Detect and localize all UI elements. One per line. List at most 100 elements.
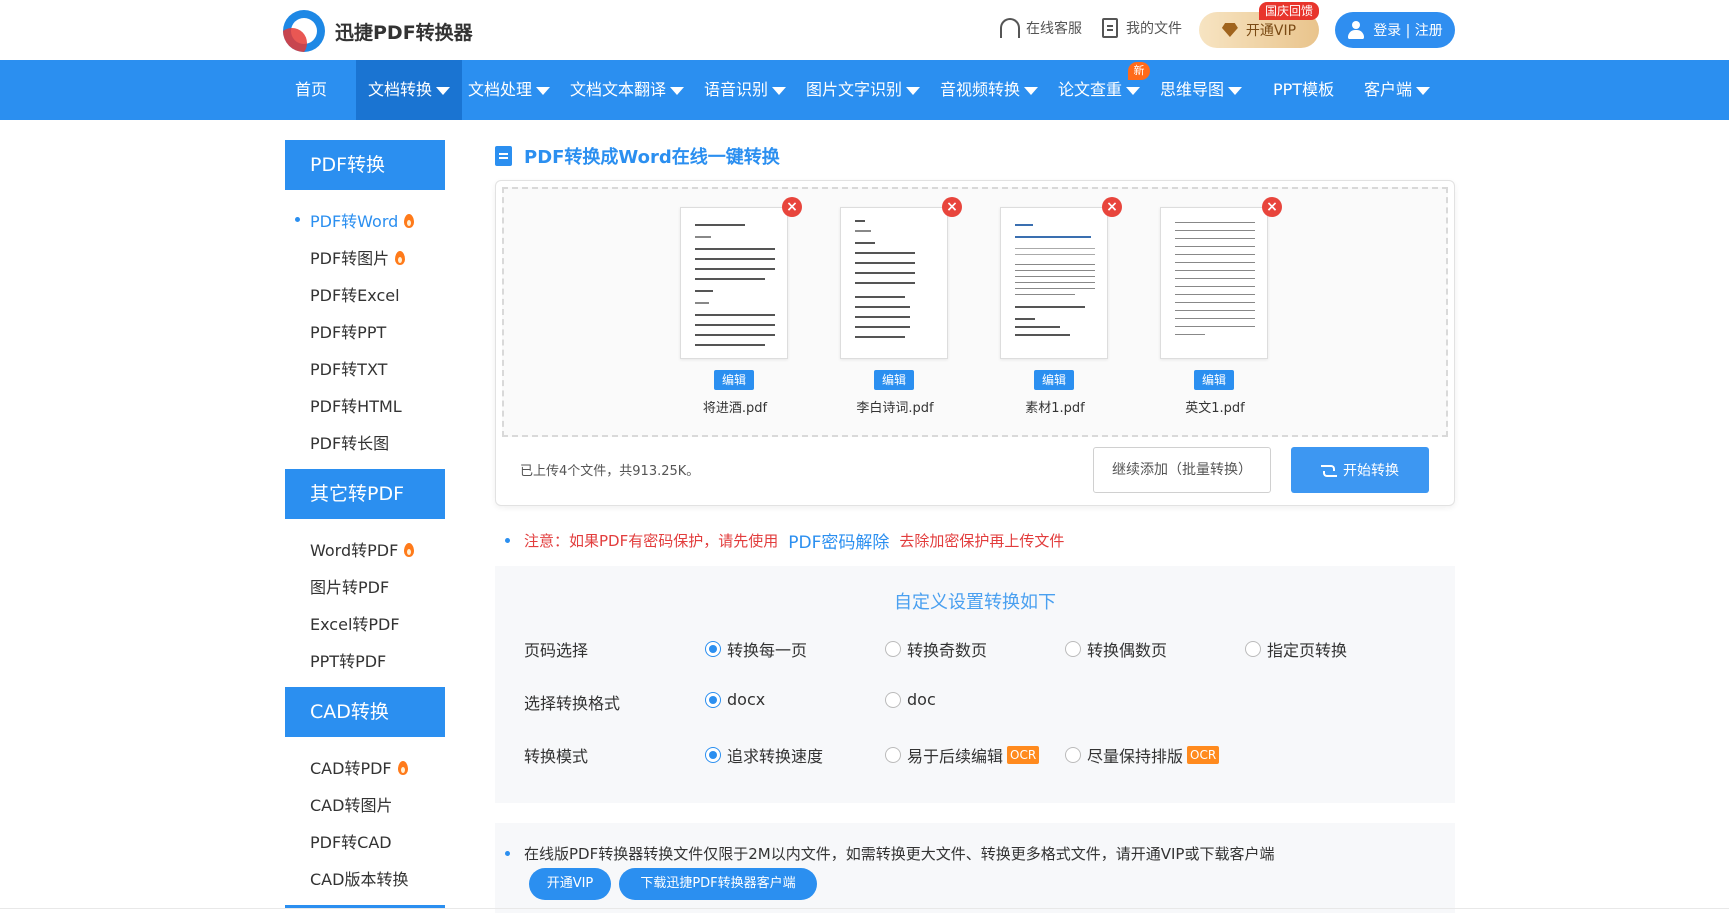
remove-file-close-icon[interactable]: × <box>782 197 802 217</box>
page-option-every[interactable]: 转换每一页 <box>705 637 807 661</box>
fire-icon <box>404 543 415 557</box>
nav-av-convert[interactable]: 音视频转换 <box>940 60 1039 120</box>
start-conversion-button[interactable]: 开始转换 <box>1291 447 1429 493</box>
page-option-odd[interactable]: 转换奇数页 <box>885 637 987 661</box>
login-register-button[interactable]: 登录 | 注册 <box>1335 12 1455 48</box>
edit-file-button[interactable]: 编辑 <box>874 370 914 390</box>
sidebar-item-image-to-pdf[interactable]: 图片转PDF <box>310 574 389 598</box>
caret-down-icon <box>670 86 685 95</box>
radio-checked[interactable] <box>705 747 721 763</box>
nav-mind-map[interactable]: 思维导图 <box>1160 60 1243 120</box>
download-client-button[interactable]: 下载迅捷PDF转换器客户端 <box>619 868 817 900</box>
caret-down-icon <box>772 86 787 95</box>
file-thumbnail <box>840 207 948 359</box>
radio-checked[interactable] <box>705 641 721 657</box>
page-selection-label: 页码选择 <box>524 641 589 660</box>
nav-label: PPT模板 <box>1273 80 1335 99</box>
nav-doc-translate[interactable]: 文档文本翻译 <box>570 60 685 120</box>
nav-image-ocr[interactable]: 图片文字识别 <box>806 60 921 120</box>
nav-label: 思维导图 <box>1160 80 1225 99</box>
radio[interactable] <box>885 747 901 763</box>
sidebar-item-cad-to-image[interactable]: CAD转图片 <box>310 792 392 816</box>
sidebar-item-pdf-to-excel[interactable]: PDF转Excel <box>310 282 400 306</box>
open-vip-pill-button[interactable]: 开通VIP <box>529 868 611 900</box>
file-card[interactable]: × 编辑 素材1.pdf <box>1000 197 1122 416</box>
page-divider <box>0 908 1729 909</box>
notice-suffix: 去除加密保护再上传文件 <box>899 532 1065 550</box>
caret-down-icon <box>436 86 451 95</box>
radio[interactable] <box>1065 641 1081 657</box>
radio[interactable] <box>1245 641 1261 657</box>
file-name: 李白诗词.pdf <box>856 401 934 416</box>
nav-client[interactable]: 客户端 <box>1364 60 1431 120</box>
mode-option-layout[interactable]: 尽量保持排版 OCR <box>1065 743 1220 767</box>
file-card[interactable]: × 编辑 李白诗词.pdf <box>840 197 962 416</box>
file-thumbnail <box>1000 207 1108 359</box>
file-card[interactable]: × 编辑 将进酒.pdf <box>680 197 802 416</box>
file-drop-area[interactable] <box>502 187 1448 437</box>
headset-icon <box>1000 18 1020 38</box>
nav-doc-convert[interactable]: 文档转换 <box>356 60 463 120</box>
format-option-docx[interactable]: docx <box>705 690 765 709</box>
sidebar-item-pdf-to-txt[interactable]: PDF转TXT <box>310 356 387 380</box>
limit-info-label: 在线版PDF转换器转换文件仅限于2M以内文件，如需转换更大文件、转换更多格式文件… <box>524 845 1275 863</box>
page-option-even[interactable]: 转换偶数页 <box>1065 637 1167 661</box>
bullet-dot <box>505 538 510 543</box>
sidebar-section-pdf-convert[interactable]: PDF转换 <box>285 140 445 190</box>
page-option-custom[interactable]: 指定页转换 <box>1245 637 1347 661</box>
ocr-badge: OCR <box>1007 746 1040 764</box>
nav-ppt-templates[interactable]: PPT模板 <box>1273 60 1334 120</box>
caret-down-icon <box>1024 86 1039 95</box>
fire-icon <box>397 761 408 775</box>
mode-option-speed[interactable]: 追求转换速度 <box>705 743 823 767</box>
add-more-files-button[interactable]: 继续添加（批量转换） <box>1093 447 1271 493</box>
option-label: 追求转换速度 <box>727 747 824 766</box>
nav-doc-process[interactable]: 文档处理 <box>468 60 551 120</box>
sidebar-item-word-to-pdf[interactable]: Word转PDF <box>310 537 415 561</box>
online-service-link[interactable]: 在线客服 <box>1000 18 1082 38</box>
radio[interactable] <box>1065 747 1081 763</box>
remove-file-close-icon[interactable]: × <box>1102 197 1122 217</box>
remove-file-close-icon[interactable]: × <box>942 197 962 217</box>
sidebar-item-ppt-to-pdf[interactable]: PPT转PDF <box>310 648 386 672</box>
sidebar-item-pdf-to-image[interactable]: PDF转图片 <box>310 245 406 269</box>
sidebar-item-cad-version[interactable]: CAD版本转换 <box>310 866 408 890</box>
nav-home[interactable]: 首页 <box>295 60 327 120</box>
file-thumbnail <box>680 207 788 359</box>
sidebar-item-pdf-to-word[interactable]: PDF转Word <box>310 208 415 232</box>
file-name: 英文1.pdf <box>1185 401 1245 416</box>
nav-label: 文档处理 <box>468 80 533 99</box>
nav-label: 文档转换 <box>368 80 433 99</box>
nav-speech-recognition[interactable]: 语音识别 <box>704 60 787 120</box>
logo-text: 迅捷PDF转换器 <box>335 21 473 44</box>
file-card[interactable]: × 编辑 英文1.pdf <box>1160 197 1282 416</box>
edit-file-button[interactable]: 编辑 <box>1194 370 1234 390</box>
sidebar-section-other-to-pdf[interactable]: 其它转PDF <box>285 469 445 519</box>
option-label: 易于后续编辑 <box>907 747 1004 766</box>
sidebar-item-pdf-to-long-image[interactable]: PDF转长图 <box>310 430 389 454</box>
sidebar-item-pdf-to-html[interactable]: PDF转HTML <box>310 393 402 417</box>
radio[interactable] <box>885 691 901 708</box>
logo[interactable]: 迅捷PDF转换器 <box>283 10 473 52</box>
sidebar-item-pdf-to-ppt[interactable]: PDF转PPT <box>310 319 386 343</box>
bullet-dot <box>505 851 510 856</box>
upload-status: 已上传4个文件，共913.25K。 <box>520 464 700 479</box>
new-badge: 新 <box>1128 62 1150 80</box>
radio-checked[interactable] <box>705 691 721 708</box>
sidebar-item-pdf-to-cad[interactable]: PDF转CAD <box>310 829 392 853</box>
radio[interactable] <box>885 641 901 657</box>
edit-file-button[interactable]: 编辑 <box>714 370 754 390</box>
sidebar-item-cad-to-pdf[interactable]: CAD转PDF <box>310 755 408 779</box>
caret-down-icon <box>1416 86 1431 95</box>
sidebar-item-label: CAD转PDF <box>310 759 392 778</box>
sidebar-section-cad-convert[interactable]: CAD转换 <box>285 687 445 737</box>
sidebar-item-excel-to-pdf[interactable]: Excel转PDF <box>310 611 400 635</box>
my-files-link[interactable]: 我的文件 <box>1102 18 1182 38</box>
pdf-password-remove-link[interactable]: PDF密码解除 <box>788 528 889 553</box>
format-option-doc[interactable]: doc <box>885 690 936 709</box>
swap-arrows-icon <box>1321 463 1337 477</box>
remove-file-close-icon[interactable]: × <box>1262 197 1282 217</box>
mode-option-editable[interactable]: 易于后续编辑 OCR <box>885 743 1040 767</box>
caret-down-icon <box>536 86 551 95</box>
edit-file-button[interactable]: 编辑 <box>1034 370 1074 390</box>
